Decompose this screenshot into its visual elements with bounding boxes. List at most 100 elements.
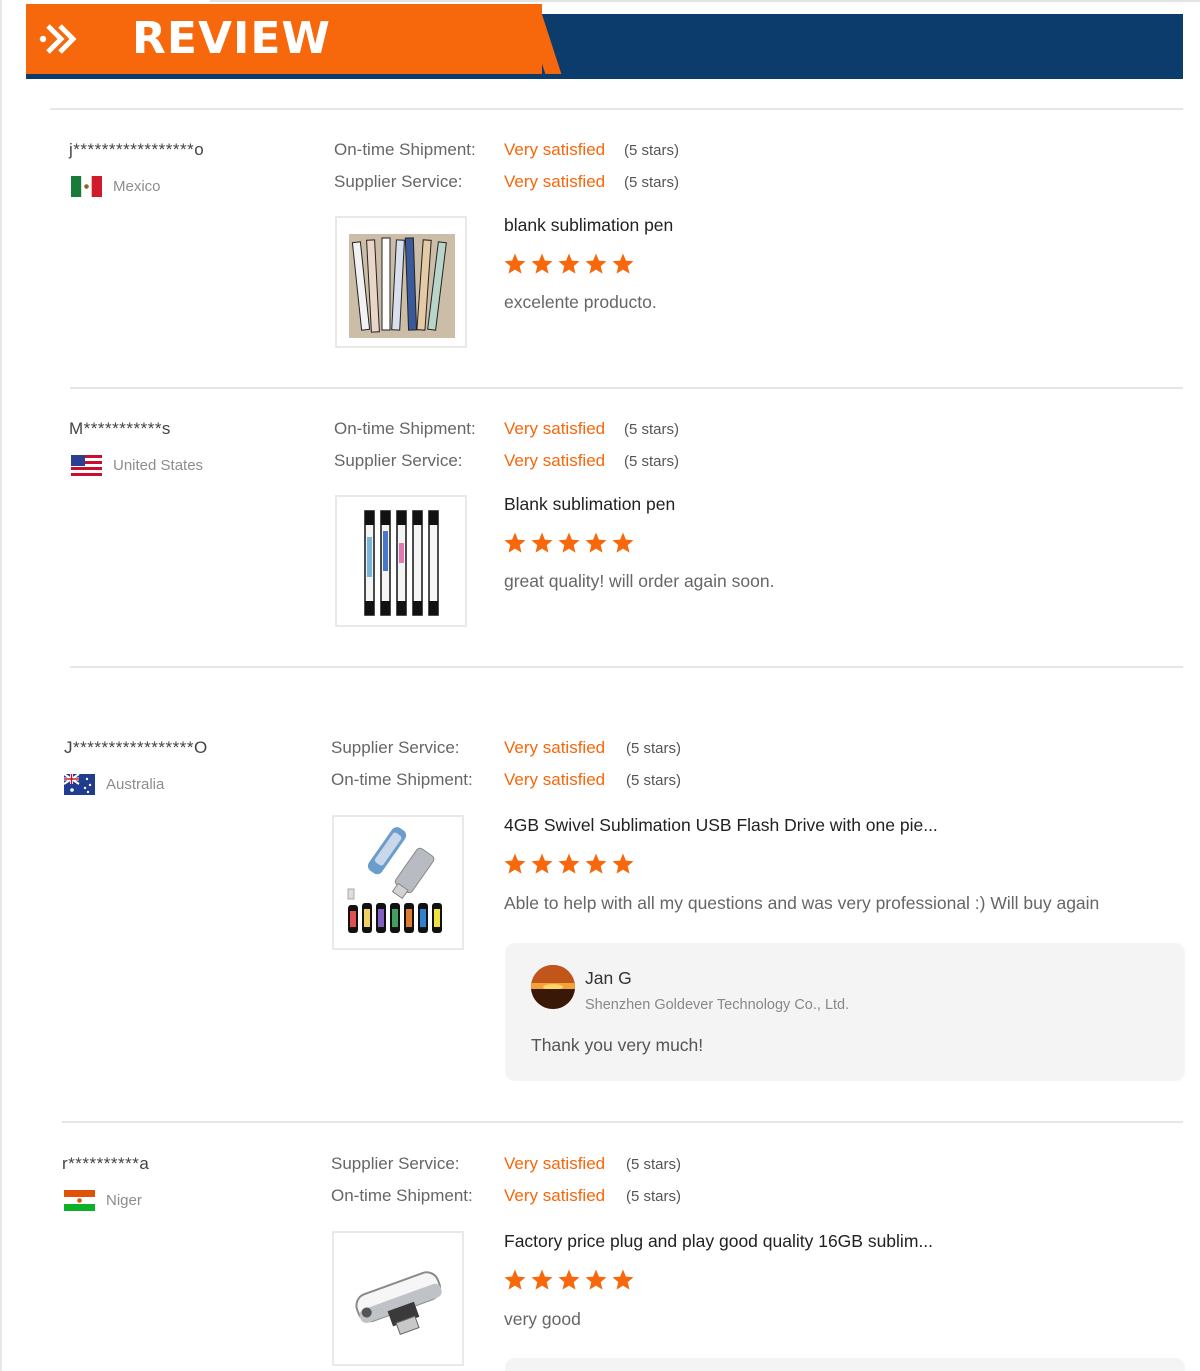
rating-row-service: Supplier Service: Very satisfied (5 star… <box>334 451 679 471</box>
review-comment: very good <box>504 1309 581 1329</box>
product-thumbnail[interactable] <box>332 1231 464 1366</box>
product-title[interactable]: Blank sublimation pen <box>504 494 675 515</box>
star-icon <box>585 853 607 874</box>
product-star-rating <box>503 531 635 555</box>
star-icon <box>504 253 526 274</box>
star-icon <box>612 532 634 553</box>
rating-label: On-time Shipment: <box>331 770 473 789</box>
divider <box>70 666 1183 668</box>
rating-row-service: Supplier Service: Very satisfied (5 star… <box>334 172 679 192</box>
star-icon <box>531 1269 553 1290</box>
product-star-rating <box>503 852 635 876</box>
avatar <box>531 965 575 1009</box>
rating-row-shipment: On-time Shipment: Very satisfied (5 star… <box>331 770 681 790</box>
rating-value: Very satisfied <box>504 1186 606 1205</box>
mexico-flag-icon <box>71 176 102 197</box>
rating-row-service: Supplier Service: Very satisfied (5 star… <box>331 738 681 758</box>
product-star-rating <box>503 1268 635 1292</box>
swivel-usb-drive-image <box>355 1271 442 1336</box>
sublimation-pens-image <box>349 234 455 338</box>
reviewer-name: j*****************o <box>69 140 205 159</box>
star-icon <box>612 1269 634 1290</box>
product-star-rating <box>503 252 635 276</box>
double-chevron-right-icon <box>39 24 77 54</box>
rating-stars-text: (5 stars) <box>626 1156 682 1173</box>
star-icon <box>531 853 553 874</box>
rating-stars-text: (5 stars) <box>626 772 682 789</box>
reply-company: Shenzhen Goldever Technology Co., Ltd. <box>585 997 850 1013</box>
page-title: REVIEW <box>132 13 331 64</box>
reply-box-edge <box>505 1358 1185 1371</box>
reply-text: Thank you very much! <box>531 1035 704 1055</box>
banner-underline <box>26 74 1183 79</box>
divider <box>70 387 1183 389</box>
review-comment: great quality! will order again soon. <box>504 571 775 591</box>
star-icon <box>531 253 553 274</box>
product-thumbnail[interactable] <box>335 495 467 627</box>
review-comment: Able to help with all my questions and w… <box>504 893 1100 913</box>
rating-label: Supplier Service: <box>331 738 460 757</box>
rating-stars-text: (5 stars) <box>624 453 680 470</box>
star-icon <box>531 532 553 553</box>
product-title[interactable]: Factory price plug and play good quality… <box>504 1231 933 1252</box>
rating-row-shipment: On-time Shipment: Very satisfied (5 star… <box>334 419 679 439</box>
rating-row-shipment: On-time Shipment: Very satisfied (5 star… <box>334 140 679 160</box>
country-name: Niger <box>106 1192 142 1209</box>
star-icon <box>504 1269 526 1290</box>
star-icon <box>585 532 607 553</box>
product-thumbnail[interactable] <box>332 815 464 950</box>
reply-author-name: Jan G <box>585 968 632 988</box>
rating-label: On-time Shipment: <box>334 140 476 159</box>
rating-value: Very satisfied <box>504 451 606 470</box>
usa-flag-icon <box>71 455 102 476</box>
rating-value: Very satisfied <box>504 770 606 789</box>
star-icon <box>504 853 526 874</box>
divider <box>50 108 1183 110</box>
rating-stars-text: (5 stars) <box>626 1188 682 1205</box>
star-icon <box>585 253 607 274</box>
rating-value: Very satisfied <box>504 172 606 191</box>
star-icon <box>558 1269 580 1290</box>
top-border <box>210 0 1200 2</box>
rating-row-service: Supplier Service: Very satisfied (5 star… <box>331 1154 681 1174</box>
rating-value: Very satisfied <box>504 738 606 757</box>
rating-label: On-time Shipment: <box>334 419 476 438</box>
star-icon <box>558 532 580 553</box>
banner-orange-tab: REVIEW <box>26 4 542 74</box>
divider <box>62 1121 1183 1123</box>
product-title[interactable]: 4GB Swivel Sublimation USB Flash Drive w… <box>504 815 938 836</box>
product-title[interactable]: blank sublimation pen <box>504 215 673 236</box>
supplier-reply: Jan G Shenzhen Goldever Technology Co., … <box>505 943 1185 1081</box>
rating-stars-text: (5 stars) <box>624 174 680 191</box>
rating-label: On-time Shipment: <box>331 1186 473 1205</box>
white-pens-image <box>364 510 439 616</box>
rating-stars-text: (5 stars) <box>624 142 680 159</box>
star-icon <box>504 532 526 553</box>
rating-stars-text: (5 stars) <box>624 421 680 438</box>
rating-stars-text: (5 stars) <box>626 740 682 757</box>
niger-flag-icon <box>64 1190 95 1211</box>
usb-flash-drives-image <box>347 827 442 933</box>
banner-navy-band <box>536 14 1183 79</box>
country-name: Mexico <box>113 178 161 195</box>
australia-flag-icon <box>64 774 95 795</box>
star-icon <box>585 1269 607 1290</box>
review-comment: excelente producto. <box>504 292 657 312</box>
rating-value: Very satisfied <box>504 419 606 438</box>
country-name: Australia <box>106 776 165 793</box>
reviewer-country: Niger <box>64 1190 142 1211</box>
country-name: United States <box>113 457 204 474</box>
reviewer-name: r**********a <box>62 1154 150 1173</box>
star-icon <box>612 853 634 874</box>
reviewer-country: United States <box>71 455 203 476</box>
reviewer-name: J*****************O <box>64 738 208 757</box>
star-icon <box>558 853 580 874</box>
star-icon <box>612 253 634 274</box>
rating-value: Very satisfied <box>504 140 606 159</box>
product-thumbnail[interactable] <box>335 216 467 348</box>
rating-label: Supplier Service: <box>334 451 463 470</box>
rating-label: Supplier Service: <box>331 1154 460 1173</box>
reviewer-country: Australia <box>64 774 164 795</box>
page-edge <box>0 0 2 1371</box>
rating-label: Supplier Service: <box>334 172 463 191</box>
